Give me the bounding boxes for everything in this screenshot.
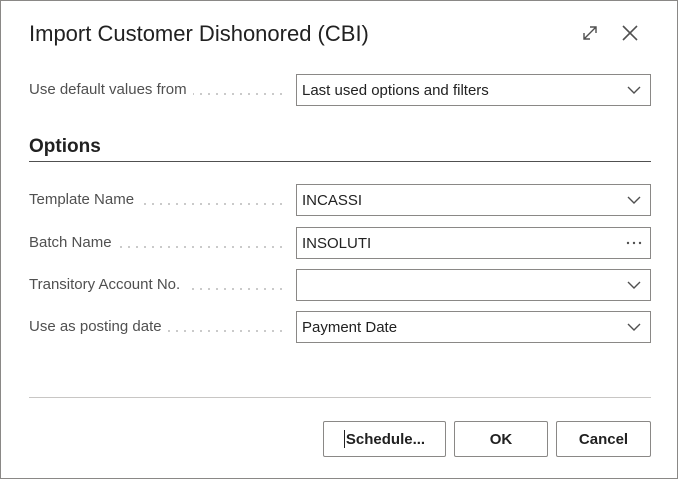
schedule-button[interactable]: Schedule...	[323, 421, 446, 457]
posting-date-dropdown[interactable]: Payment Date	[296, 311, 651, 343]
chevron-down-icon[interactable]	[618, 270, 650, 300]
template-name-dropdown[interactable]: INCASSI	[296, 184, 651, 216]
import-dialog: Import Customer Dishonored (CBI) Use def…	[0, 0, 678, 479]
default-values-label: Use default values from	[29, 81, 287, 101]
batch-name-value: INSOLUTI	[302, 234, 372, 252]
expand-icon[interactable]	[576, 19, 604, 47]
cancel-button[interactable]: Cancel	[556, 421, 651, 457]
chevron-down-icon[interactable]	[618, 312, 650, 342]
posting-date-label: Use as posting date	[29, 318, 287, 338]
section-divider	[29, 161, 651, 162]
chevron-down-icon[interactable]	[618, 185, 650, 215]
ellipsis-icon[interactable]	[618, 228, 650, 258]
ok-button-label: OK	[489, 430, 513, 448]
chevron-down-icon[interactable]	[618, 75, 650, 105]
transitory-account-dropdown[interactable]	[296, 269, 651, 301]
footer-divider	[29, 397, 651, 398]
cancel-button-label: Cancel	[578, 430, 629, 448]
template-name-value: INCASSI	[302, 191, 363, 209]
posting-date-value: Payment Date	[302, 318, 398, 336]
dialog-title: Import Customer Dishonored (CBI)	[29, 21, 369, 46]
close-icon[interactable]	[616, 19, 644, 47]
options-section-title: Options	[29, 136, 101, 157]
transitory-account-label: Transitory Account No.	[29, 276, 287, 296]
default-values-value: Last used options and filters	[302, 81, 489, 99]
ok-button[interactable]: OK	[454, 421, 548, 457]
template-name-label: Template Name	[29, 191, 287, 211]
schedule-button-label: Schedule...	[345, 430, 426, 448]
default-values-dropdown[interactable]: Last used options and filters	[296, 74, 651, 106]
batch-name-label: Batch Name	[29, 234, 287, 254]
batch-name-field[interactable]: INSOLUTI	[296, 227, 651, 259]
text-cursor	[343, 430, 345, 448]
